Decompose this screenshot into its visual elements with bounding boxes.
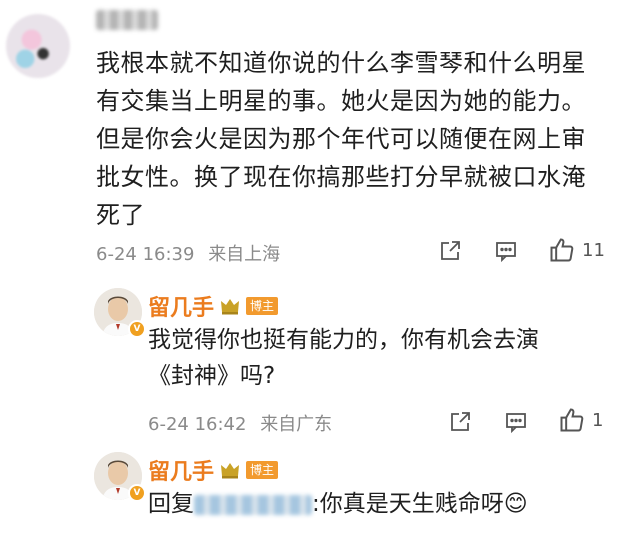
reply-author-name[interactable]: 留几手 [148, 290, 214, 322]
comment-location: 来自上海 [208, 244, 281, 265]
like-button[interactable]: 11 [548, 236, 605, 264]
crown-icon [221, 299, 240, 315]
thumbs-up-icon [560, 408, 584, 432]
reply1-like-count: 1 [592, 409, 604, 431]
reply1-meta: 6-24 16:42 来自广东 [148, 410, 332, 436]
verified-badge: V [128, 320, 146, 338]
reply2-header: 留几手 博主 [148, 454, 279, 486]
share-button[interactable] [438, 239, 462, 267]
reply1-time: 6-24 16:42 [148, 414, 247, 435]
reply1-reply-button[interactable] [504, 410, 528, 438]
share-icon [451, 412, 470, 431]
blogger-badge: 博主 [246, 461, 279, 479]
mentioned-user-redacted[interactable] [194, 494, 312, 515]
comment-icon [496, 242, 516, 263]
commenter-name-redacted[interactable] [96, 10, 158, 30]
comment-text: 我根本就不知道你说的什么李雪琴和什么明星 有交集当上明星的事。她火是因为她的能力… [96, 49, 586, 229]
comment-icon [506, 413, 526, 434]
like-count: 11 [582, 239, 605, 261]
comment-time: 6-24 16:39 [96, 244, 195, 265]
reply-author-name[interactable]: 留几手 [148, 454, 214, 486]
reply1-like-button[interactable]: 1 [558, 406, 603, 434]
blogger-badge: 博主 [246, 297, 279, 315]
reply1-text: 我觉得你也挺有能力的，你有机会去演 《封神》吗? [148, 327, 539, 389]
commenter-avatar[interactable] [6, 14, 70, 78]
crown-icon [221, 463, 240, 479]
comment-meta: 6-24 16:39 来自上海 [96, 240, 280, 266]
share-icon [441, 241, 460, 260]
reply2-text-line: 回复 :你真是天生贱命呀😊 [148, 486, 618, 522]
reply1-location: 来自广东 [260, 414, 333, 435]
thumbs-up-icon [550, 238, 574, 262]
verified-badge: V [128, 484, 146, 502]
reply1-share-button[interactable] [448, 410, 472, 438]
reply1-header: 留几手 博主 [148, 290, 279, 322]
reply-prefix: 回复 [148, 491, 194, 517]
reply2-avatar-wrap[interactable]: V [94, 452, 146, 502]
reply1-avatar-wrap[interactable]: V [94, 288, 146, 338]
smile-emoji-icon: 😊 [503, 491, 528, 517]
reply2-text: :你真是天生贱命呀 [312, 491, 504, 517]
reply-button[interactable] [494, 239, 518, 267]
